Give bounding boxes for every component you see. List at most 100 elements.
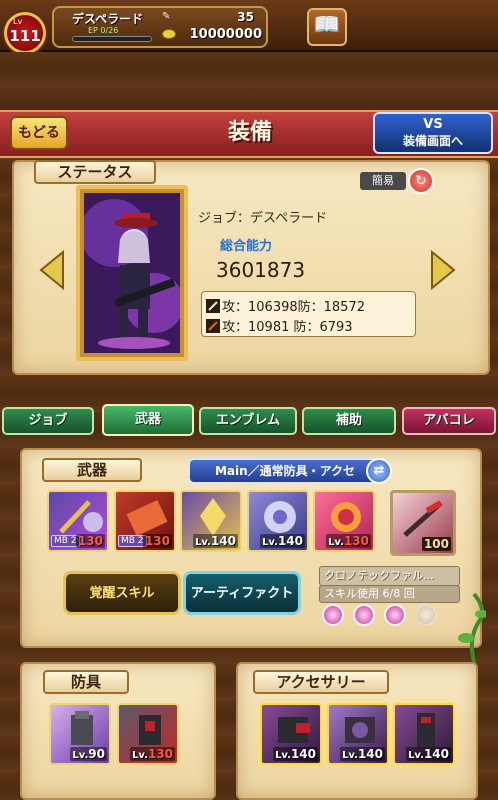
physical-stats: 攻：106398防：18572	[222, 300, 365, 315]
menu-button[interactable]: 📖	[307, 8, 347, 46]
armor-level-value: 90	[88, 747, 105, 761]
player-name: デスペラード	[72, 12, 144, 26]
weapon-level: Lv.130	[326, 534, 371, 548]
job-name: ジョブ：デスペラード	[198, 211, 328, 226]
tab-weapon[interactable]: 武器	[102, 404, 194, 436]
weapon-level: Lv.140	[260, 534, 305, 548]
weapon-level: 130	[75, 534, 105, 548]
swap-icon[interactable]: ⇄	[366, 458, 392, 484]
accessory-level: Lv.140	[406, 747, 451, 761]
weapon-level-value: 140	[210, 534, 236, 548]
back-button[interactable]: もどる	[10, 116, 68, 150]
weapon-item-image	[331, 502, 361, 532]
physical-stat-row: 攻：106398防：18572	[206, 296, 365, 315]
weapon-slot-2[interactable]: MB 2 130	[114, 490, 176, 552]
player-level-badge: Lv 111	[4, 12, 46, 54]
artifact-button[interactable]: アーティファクト	[183, 571, 301, 615]
loadout-label: Main／通常防具・アクセ	[214, 464, 356, 478]
magic-stats: 攻：10981 防：6793	[222, 320, 353, 335]
lv-prefix: Lv.	[262, 537, 278, 548]
gold-count: 10000000	[189, 27, 262, 42]
weapon-item-image	[264, 501, 296, 533]
player-info-panel: デスペラード EP 0/26 ✎ 35 10000000	[52, 6, 268, 48]
accessory-item-image	[278, 717, 310, 743]
lv-prefix: Lv.	[72, 750, 89, 761]
lv-prefix: Lv.	[342, 750, 358, 761]
vs-equipment-button[interactable]: VS 装備画面へ	[373, 112, 493, 154]
skill-charge-icon	[322, 604, 344, 626]
accessory-level: Lv.140	[273, 747, 318, 761]
armor-item-image	[139, 715, 161, 745]
status-section-title: ステータス	[34, 160, 156, 184]
accessory-slot-3[interactable]: Lv.140	[393, 703, 455, 765]
accessory-slot-2[interactable]: Lv.140	[327, 703, 389, 765]
sword-icon	[206, 299, 220, 313]
weapon-level: 130	[142, 534, 172, 548]
weapon-level: Lv.140	[193, 534, 238, 548]
accessory-level: Lv.140	[340, 747, 385, 761]
weapon-level-value: 140	[277, 534, 303, 548]
gem-count: 35	[237, 10, 254, 24]
weapon-item-image	[126, 499, 168, 537]
accessory-item-image	[345, 717, 375, 743]
accessory-section-title: アクセサリー	[253, 670, 389, 694]
loadout-switch-button[interactable]: Main／通常防具・アクセ ⇄	[188, 458, 392, 484]
tab-emblem[interactable]: エンブレム	[199, 407, 297, 435]
weapon-slot-4[interactable]: Lv.140	[247, 490, 309, 552]
skill-charge-empty-icon	[415, 604, 437, 626]
simple-mode-label[interactable]: 簡易	[360, 172, 406, 190]
lv-prefix: Lv.	[408, 750, 424, 761]
feather-icon: ✎	[162, 11, 171, 22]
total-power-value: 3601873	[216, 258, 306, 282]
stat-box: 攻：106398防：18572 攻：10981 防：6793	[201, 291, 416, 337]
skill-charge-icon	[353, 604, 375, 626]
weapon-item-image	[200, 498, 226, 536]
magic-stat-row: 攻：10981 防：6793	[206, 316, 353, 335]
book-icon: 📖	[313, 13, 341, 38]
weapon-section-title: 武器	[42, 458, 142, 482]
skill-charge-icon	[384, 604, 406, 626]
accessory-level-value: 140	[357, 747, 383, 761]
accessory-level-value: 140	[423, 747, 449, 761]
weapon-level-value: 130	[343, 534, 369, 548]
tab-job[interactable]: ジョブ	[2, 407, 94, 435]
weapon-item-image	[59, 500, 103, 534]
accessory-level-value: 140	[290, 747, 316, 761]
vine-decoration-icon	[458, 592, 486, 669]
armor-level-value: 130	[147, 747, 173, 761]
character-portrait	[84, 193, 180, 353]
level-prefix: Lv	[13, 17, 23, 26]
previous-character-arrow-icon[interactable]	[37, 250, 67, 290]
armor-section-title: 防具	[43, 670, 129, 694]
next-character-arrow-icon[interactable]	[428, 250, 458, 290]
lv-prefix: Lv.	[328, 537, 344, 548]
weapon-level-value: 130	[144, 534, 170, 548]
lv-prefix: Lv.	[195, 537, 211, 548]
weapon-slot-5[interactable]: Lv.130	[313, 490, 375, 552]
awakening-skill-button[interactable]: 覚醒スキル	[63, 571, 181, 615]
artifact-level: 100	[421, 537, 451, 551]
artifact-name: クロノテックファル…	[319, 566, 460, 586]
refresh-icon[interactable]: ↻	[408, 168, 434, 194]
armor-level: Lv.90	[70, 747, 107, 761]
weapon-level-value: 130	[77, 534, 103, 548]
weapon-slot-3[interactable]: Lv.140	[180, 490, 242, 552]
artifact-slot[interactable]: 100	[390, 490, 456, 556]
ep-bar	[72, 36, 152, 42]
accessory-slot-1[interactable]: Lv.140	[260, 703, 322, 765]
page-title: 装備	[227, 120, 272, 145]
tab-abacolle[interactable]: アバコレ	[402, 407, 496, 435]
armor-level: Lv.130	[130, 747, 175, 761]
weapon-slot-1[interactable]: MB 2 130	[47, 490, 109, 552]
armor-item-image	[71, 711, 93, 745]
ep-label: EP 0/26	[88, 26, 119, 35]
lv-prefix: Lv.	[132, 750, 148, 761]
vs-sub-label: 装備画面へ	[402, 134, 463, 148]
tab-support[interactable]: 補助	[302, 407, 396, 435]
armor-slot-1[interactable]: Lv.90	[49, 703, 111, 765]
total-power-label: 総合能力	[220, 239, 273, 254]
player-level: 111	[9, 27, 41, 45]
artifact-item-image	[403, 500, 443, 537]
accessory-item-image	[417, 713, 435, 747]
armor-slot-2[interactable]: Lv.130	[117, 703, 179, 765]
